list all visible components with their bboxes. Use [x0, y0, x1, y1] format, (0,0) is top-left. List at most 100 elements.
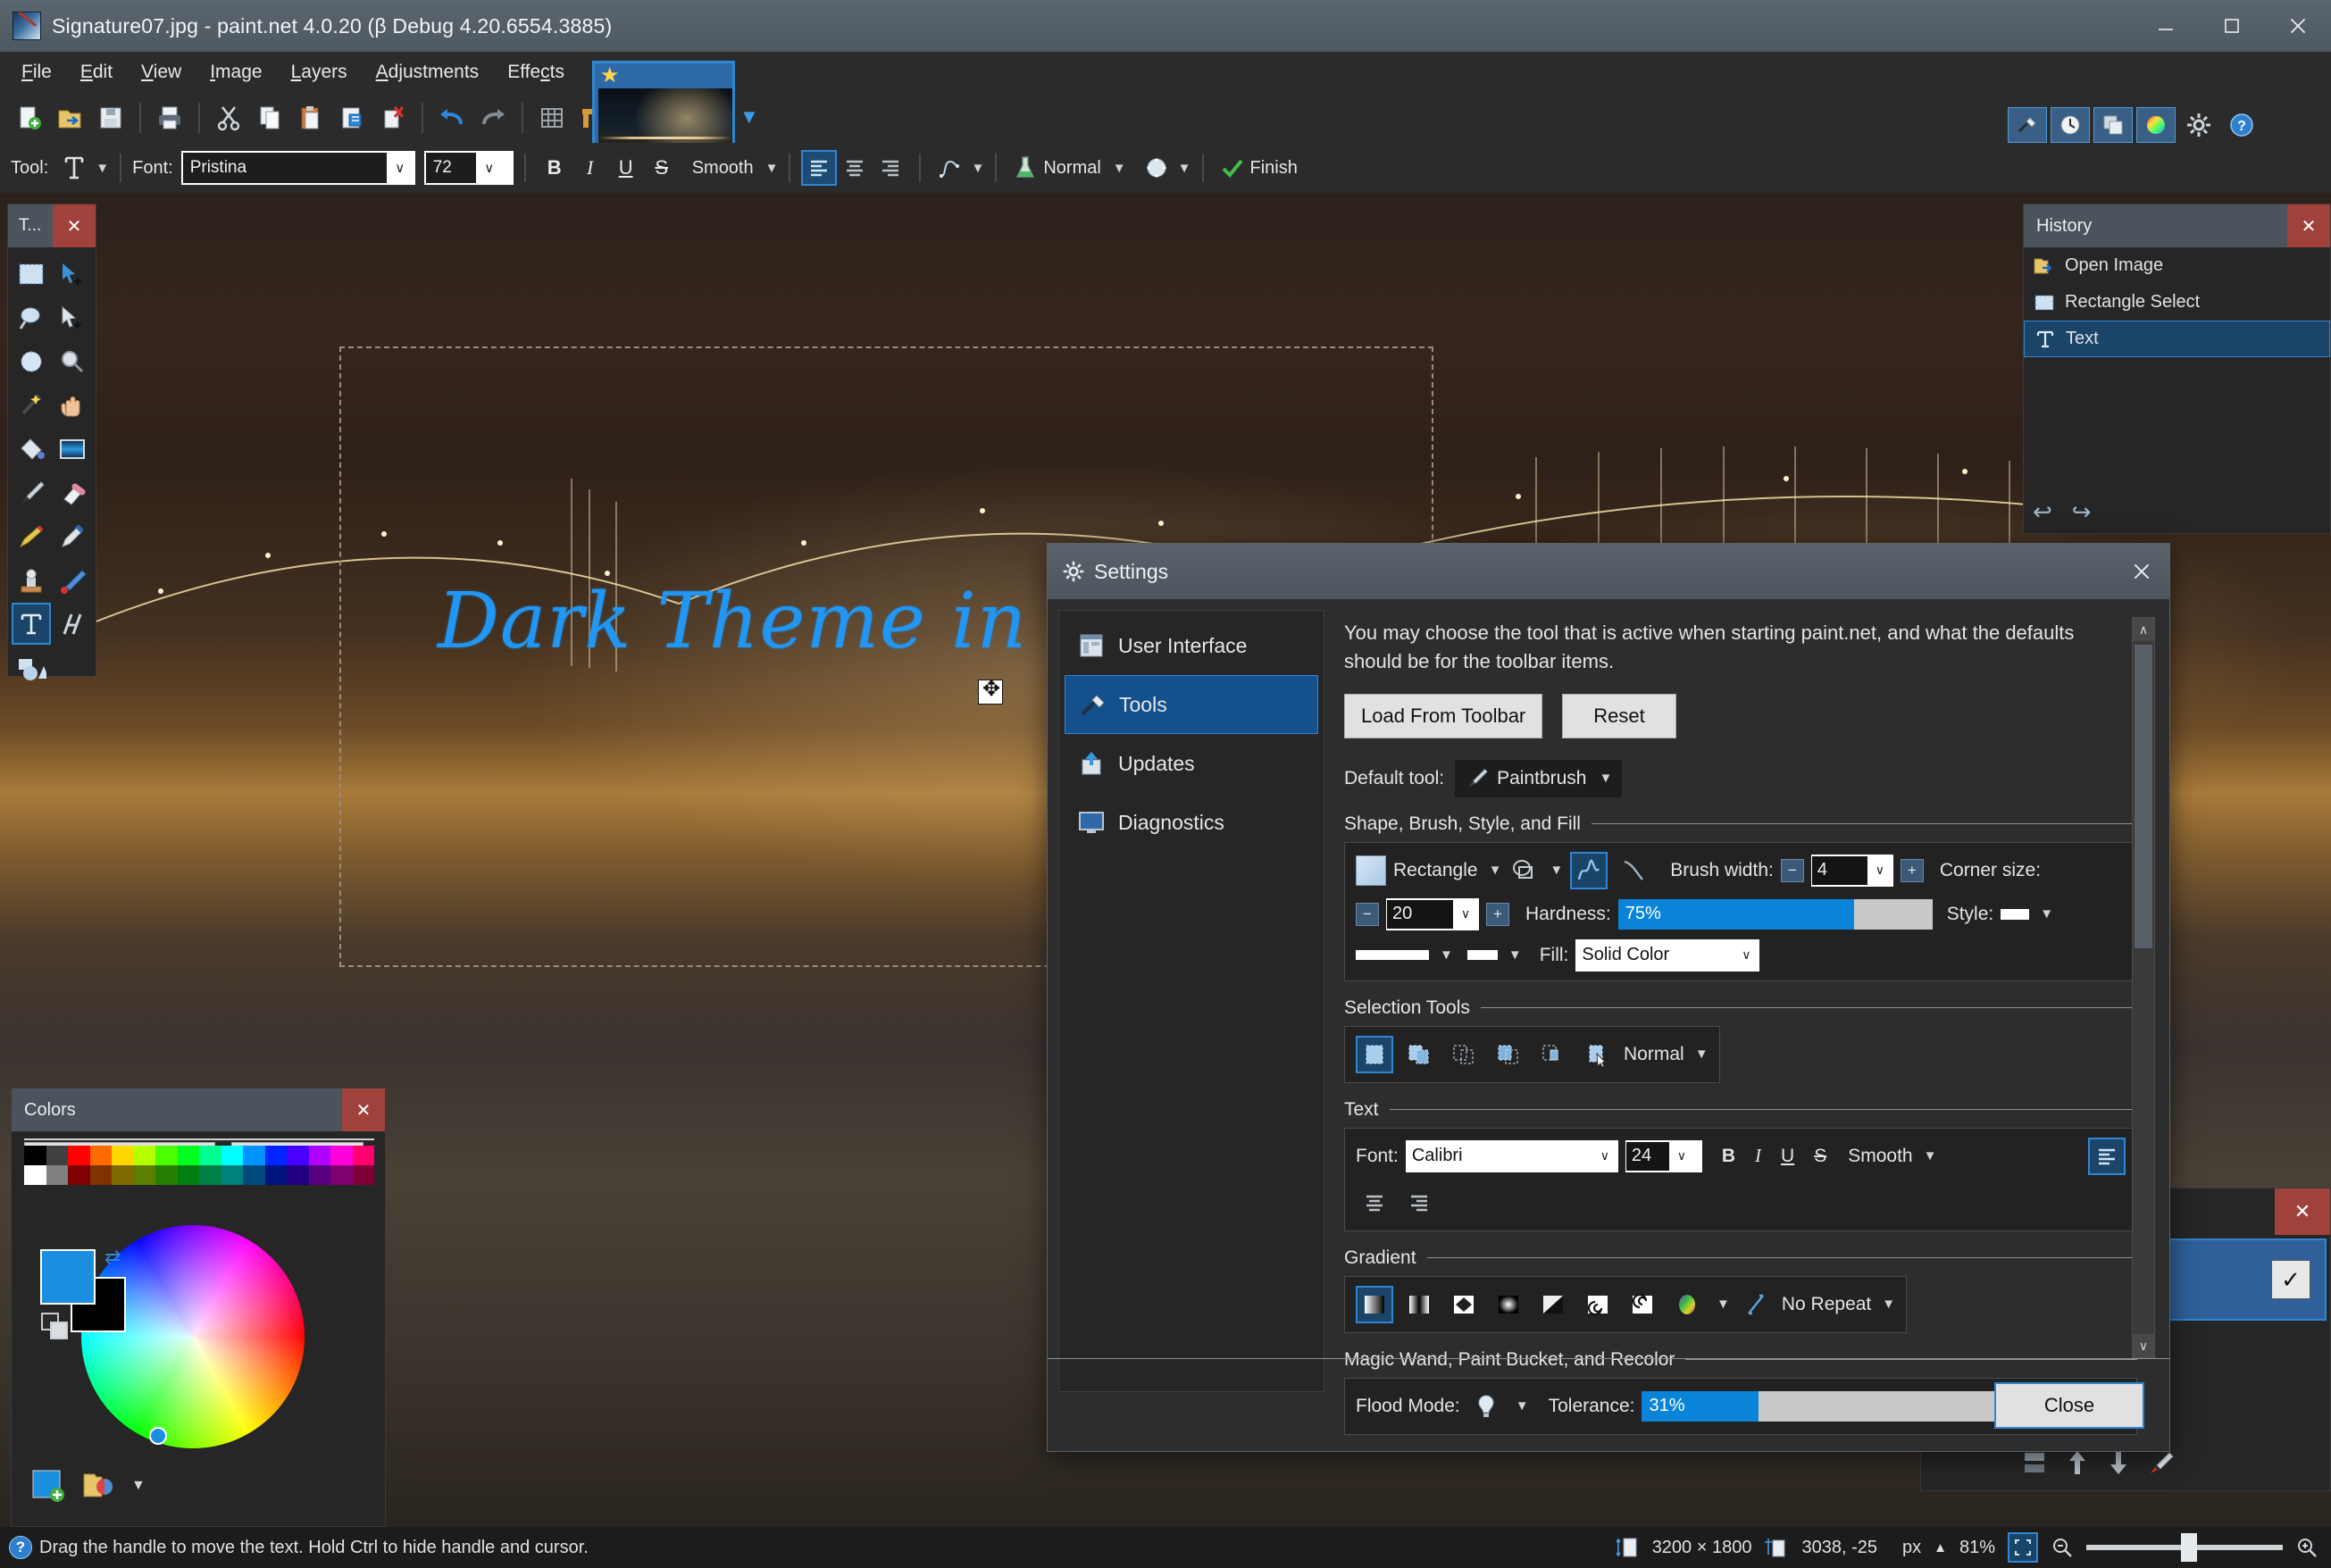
pan-icon[interactable]: [53, 384, 92, 426]
text-antialias-value[interactable]: Smooth: [1848, 1146, 1912, 1167]
align-left-icon[interactable]: [2088, 1137, 2126, 1175]
brush-style-hard-icon[interactable]: [1570, 851, 1608, 889]
align-right-icon[interactable]: [1400, 1184, 1438, 1222]
corner-size-increment[interactable]: +: [1486, 902, 1509, 926]
finish-label[interactable]: Finish: [1250, 158, 1298, 179]
color-picker-icon[interactable]: [53, 515, 92, 557]
close-button[interactable]: [2265, 0, 2331, 52]
chevron-down-icon[interactable]: ▼: [1178, 161, 1191, 176]
grid-icon[interactable]: [532, 98, 572, 138]
strikethrough-button[interactable]: S: [644, 150, 680, 186]
add-color-icon[interactable]: [31, 1469, 65, 1503]
deselect-icon[interactable]: [373, 98, 413, 138]
shapes-icon[interactable]: [12, 646, 51, 688]
selection-mode-icon[interactable]: [1579, 1036, 1617, 1073]
linear-reflected-icon[interactable]: [1400, 1286, 1438, 1323]
reset-colors-icon[interactable]: [40, 1312, 69, 1340]
chevron-down-icon[interactable]: ∨: [1453, 900, 1478, 929]
copy-icon[interactable]: [250, 98, 289, 138]
style-preview-icon[interactable]: [2001, 908, 2030, 920]
chevron-down-icon[interactable]: ▼: [1924, 1148, 1937, 1163]
nav-item-diagnostics[interactable]: Diagnostics: [1065, 793, 1318, 852]
load-from-toolbar-button[interactable]: Load From Toolbar: [1344, 693, 1543, 738]
open-palette-icon[interactable]: [81, 1469, 115, 1503]
brush-width-input[interactable]: 4 ∨: [1810, 854, 1893, 887]
font-combo[interactable]: Pristina ∨: [180, 151, 415, 185]
brush-width-increment[interactable]: +: [1900, 858, 1924, 882]
settings-scrollbar[interactable]: ∧ ∨: [2132, 617, 2155, 1358]
align-right-icon[interactable]: [873, 150, 908, 186]
redo-arrow-icon[interactable]: ↪: [2072, 498, 2092, 526]
scroll-up-icon[interactable]: ∧: [2133, 618, 2154, 641]
nav-item-updates[interactable]: Updates: [1065, 734, 1318, 793]
history-window-icon[interactable]: [2051, 107, 2090, 143]
history-item-text[interactable]: Text: [2024, 321, 2330, 357]
magic-wand-icon[interactable]: [12, 384, 51, 426]
text-font-select[interactable]: Calibri ∨: [1405, 1139, 1618, 1172]
chevron-down-icon[interactable]: ▼: [1882, 1297, 1895, 1312]
corner-size-input[interactable]: 20 ∨: [1386, 897, 1479, 930]
eraser-icon[interactable]: [53, 471, 92, 513]
default-tool-select[interactable]: Paintbrush ▼: [1455, 759, 1623, 797]
antialiasing-curve-icon[interactable]: [932, 150, 967, 186]
text-bold-button[interactable]: B: [1722, 1146, 1735, 1167]
layers-window-icon[interactable]: [2093, 107, 2133, 143]
text-strikethrough-button[interactable]: S: [1814, 1146, 1826, 1167]
chevron-down-icon[interactable]: ▼: [1489, 863, 1502, 878]
chevron-down-icon[interactable]: ▼: [2040, 906, 2053, 922]
lasso-select-icon[interactable]: [12, 296, 51, 338]
palette-row-1[interactable]: [24, 1146, 374, 1165]
tools-window-icon[interactable]: [2008, 107, 2047, 143]
minimize-button[interactable]: [2133, 0, 2199, 52]
italic-button[interactable]: I: [572, 150, 608, 186]
chevron-down-icon[interactable]: ▼: [1508, 947, 1522, 963]
union-selection-icon[interactable]: [1400, 1036, 1438, 1073]
brush-style-curve-icon[interactable]: [1615, 852, 1652, 889]
palette-row-2[interactable]: [24, 1165, 374, 1185]
nav-item-user-interface[interactable]: User Interface: [1065, 616, 1318, 675]
redo-icon[interactable]: [473, 98, 513, 138]
finish-check-icon[interactable]: [1215, 150, 1250, 186]
replace-selection-icon[interactable]: [1356, 1035, 1393, 1073]
move-selection-icon[interactable]: [53, 296, 92, 338]
fit-to-window-icon[interactable]: [2008, 1532, 2038, 1563]
text-icon[interactable]: [12, 603, 51, 645]
gradient-repeat-value[interactable]: No Repeat: [1782, 1294, 1871, 1315]
rectangle-select-icon[interactable]: [12, 253, 51, 295]
cut-icon[interactable]: [209, 98, 248, 138]
nav-item-tools[interactable]: Tools: [1065, 675, 1318, 734]
conical-gradient-icon[interactable]: [1534, 1286, 1572, 1323]
close-icon[interactable]: ✕: [342, 1088, 385, 1131]
menu-file[interactable]: FFileile: [7, 56, 66, 88]
ellipse-select-icon[interactable]: [12, 340, 51, 382]
zoom-value[interactable]: 81%: [1959, 1538, 1995, 1558]
history-item-rectangle-select[interactable]: Rectangle Select: [2024, 284, 2330, 321]
close-icon[interactable]: ✕: [53, 204, 96, 247]
swap-colors-icon[interactable]: ⇄: [104, 1246, 121, 1269]
line-curve-icon[interactable]: [53, 603, 92, 645]
units-label[interactable]: px: [1902, 1538, 1921, 1558]
text-underline-button[interactable]: U: [1781, 1146, 1794, 1167]
undo-icon[interactable]: [432, 98, 472, 138]
close-icon[interactable]: ✕: [2275, 1189, 2330, 1235]
maximize-button[interactable]: [2199, 0, 2265, 52]
color-wheel-cursor[interactable]: [149, 1427, 167, 1445]
selection-mode-value[interactable]: Normal: [1624, 1044, 1684, 1065]
brush-width-decrement[interactable]: −: [1780, 858, 1804, 882]
chevron-down-icon[interactable]: ▼: [1695, 1047, 1709, 1062]
font-size-combo[interactable]: 72 ∨: [423, 151, 514, 185]
scroll-down-icon[interactable]: ∨: [2133, 1334, 2154, 1357]
reset-button[interactable]: Reset: [1562, 693, 1676, 738]
move-handle-icon[interactable]: [978, 677, 1004, 705]
hardness-slider[interactable]: 75%: [1617, 898, 1933, 930]
menu-image[interactable]: Image: [196, 56, 276, 88]
paint-bucket-icon[interactable]: [12, 428, 51, 470]
antialias-value[interactable]: Smooth: [692, 158, 754, 179]
color-channel-icon[interactable]: [1668, 1286, 1706, 1323]
close-icon[interactable]: [2114, 544, 2169, 599]
chevron-down-icon[interactable]: ▼: [1717, 1297, 1730, 1312]
linear-gradient-icon[interactable]: [1356, 1285, 1393, 1323]
shape-draw-mode-icon[interactable]: [1508, 857, 1539, 884]
colors-window-icon[interactable]: [2136, 107, 2176, 143]
gradient-icon[interactable]: [53, 428, 92, 470]
